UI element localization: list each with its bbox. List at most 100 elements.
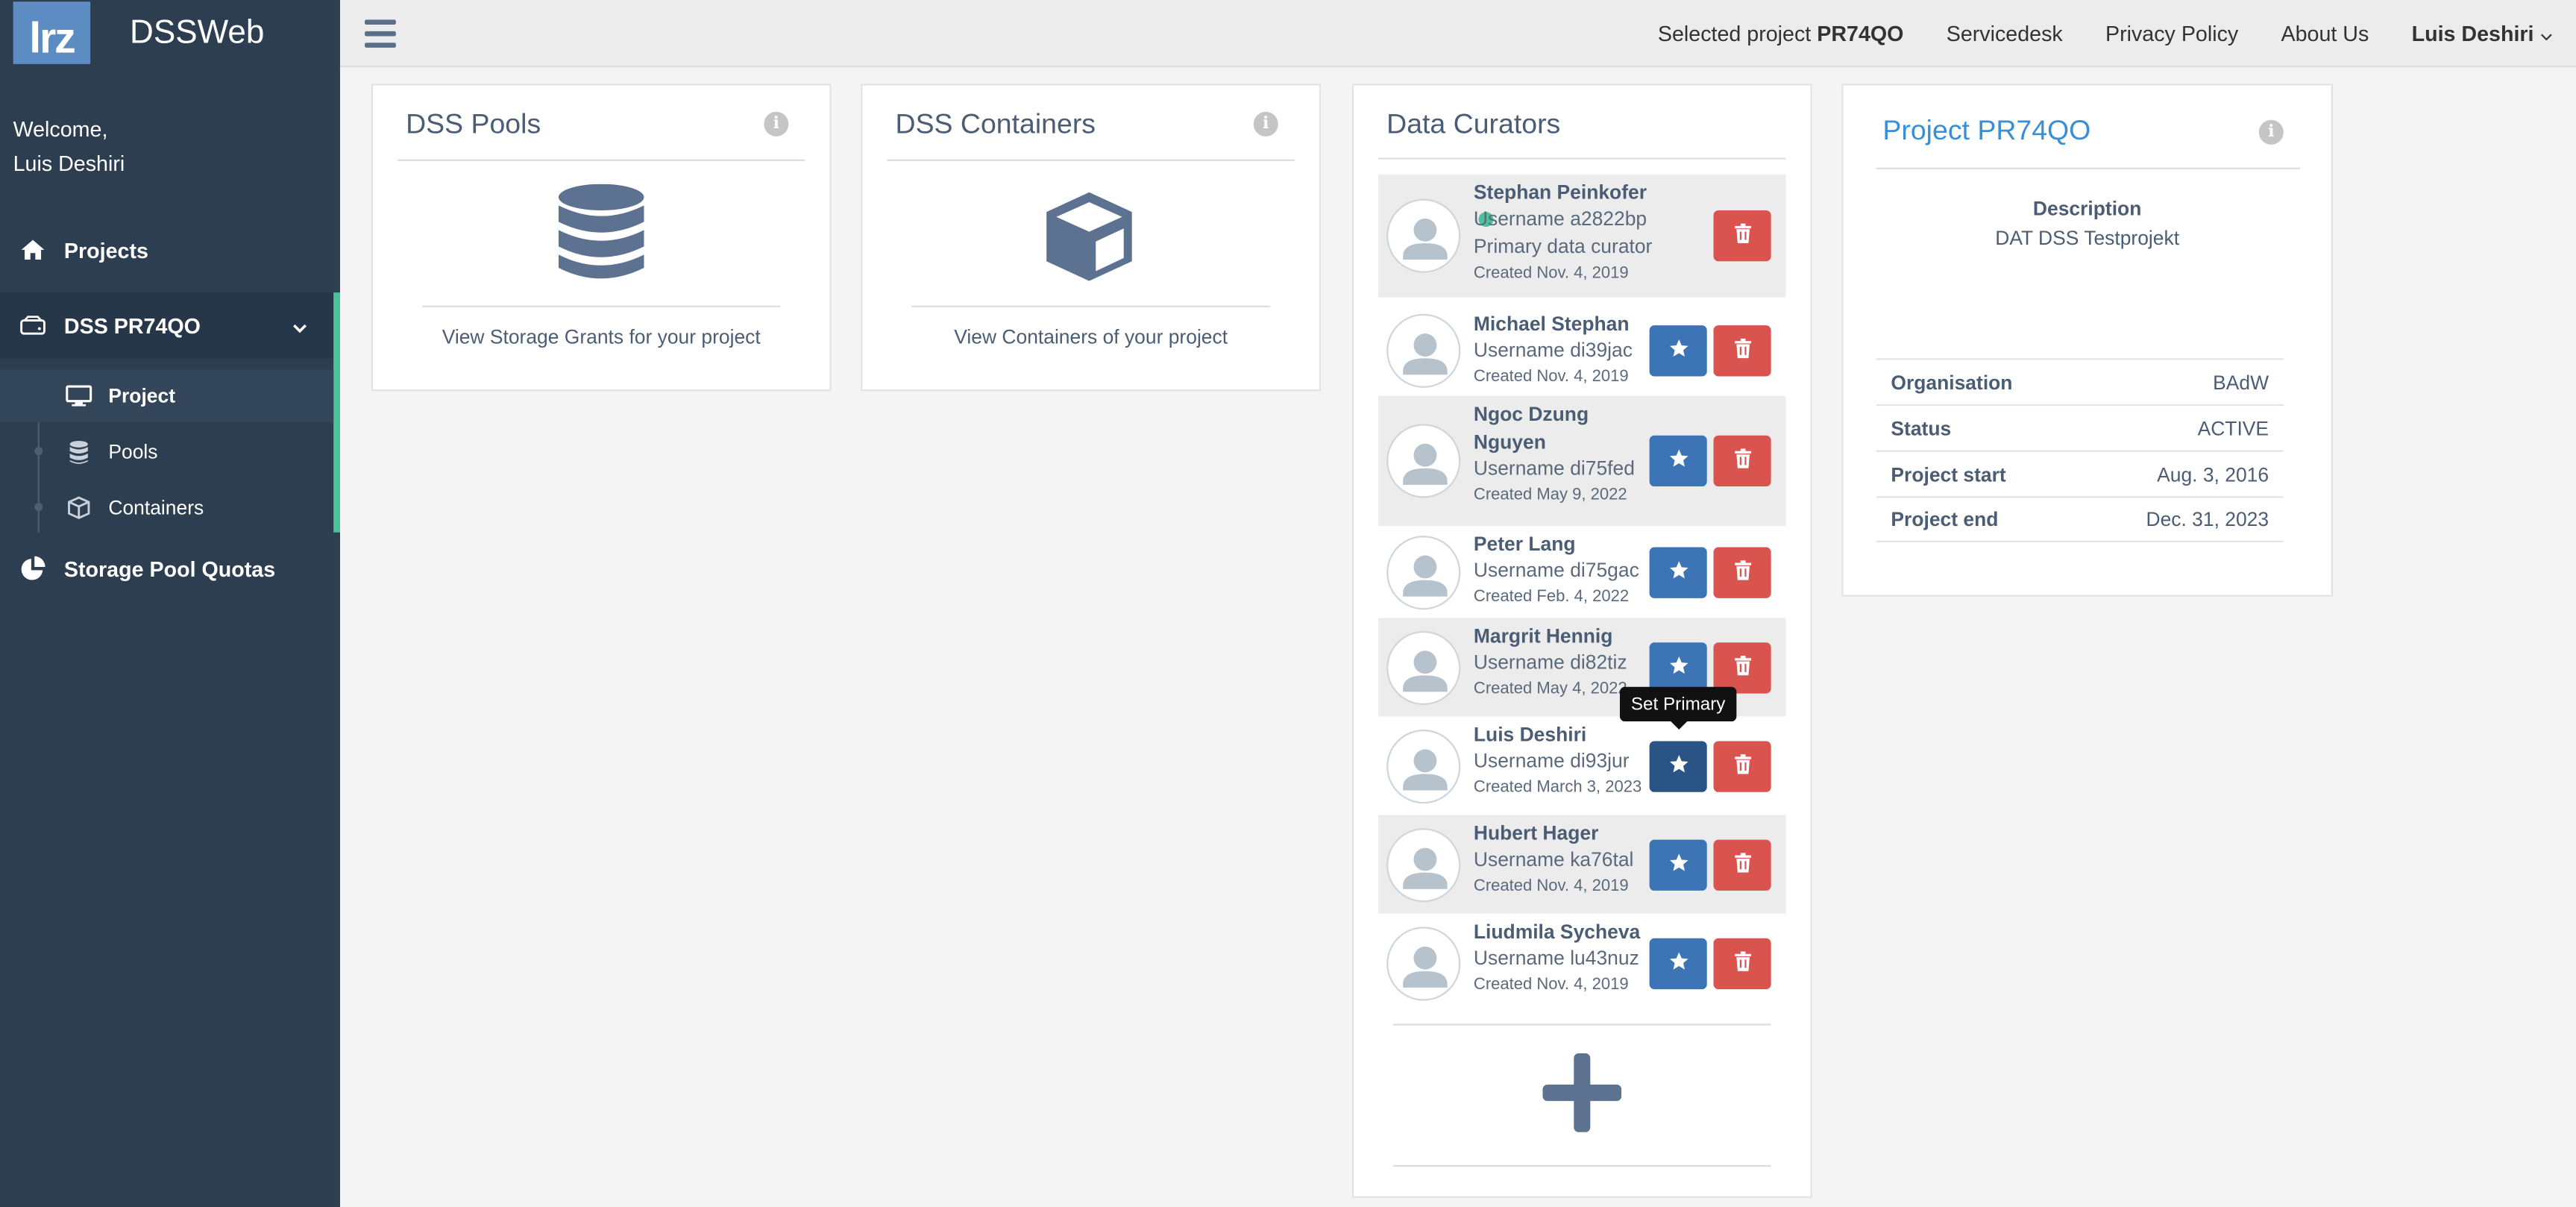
curator-name-text: Hubert Hager bbox=[1473, 821, 1599, 845]
curator-name: Ngoc Dzung Nguyen bbox=[1474, 401, 1654, 457]
sidebar-item-label: Projects bbox=[63, 237, 148, 263]
cube-icon bbox=[66, 496, 92, 519]
set-primary-tooltip: Set Primary bbox=[1619, 686, 1737, 730]
curator-username: Username a2822bp bbox=[1473, 207, 1647, 231]
delete-curator-button[interactable] bbox=[1713, 741, 1771, 792]
info-icon[interactable]: i bbox=[764, 111, 789, 137]
sidebar-item-storage-pool-quotas[interactable]: Storage Pool Quotas bbox=[0, 545, 340, 592]
dss-pools-panel: DSS Pools i View Storage Grants for your… bbox=[371, 84, 832, 392]
trash-icon bbox=[1734, 653, 1751, 683]
cube-icon bbox=[1042, 189, 1137, 292]
user-menu[interactable]: Luis Deshiri bbox=[2390, 21, 2576, 46]
row-key: Organisation bbox=[1891, 370, 2013, 394]
curator-name: Hubert Hager bbox=[1474, 820, 1654, 847]
delete-curator-button[interactable] bbox=[1713, 839, 1771, 891]
info-icon[interactable]: i bbox=[2258, 119, 2284, 145]
curator-username: Username lu43nuz bbox=[1473, 946, 1639, 970]
monitor-icon bbox=[66, 384, 92, 407]
star-icon bbox=[1668, 446, 1688, 476]
avatar bbox=[1386, 198, 1461, 273]
row-key: Project start bbox=[1891, 463, 2006, 486]
sidebar-subitem-pools[interactable]: Pools bbox=[0, 426, 333, 478]
trash-icon bbox=[1734, 221, 1751, 251]
brand[interactable]: lrz DSSWeb bbox=[0, 0, 340, 66]
project-row-status: Status ACTIVE bbox=[1876, 404, 2284, 451]
curator-row: Ngoc Dzung Nguyen Username di75fed Created… bbox=[1378, 395, 1786, 526]
servicedesk-link[interactable]: Servicedesk bbox=[1925, 21, 2084, 46]
divider bbox=[398, 159, 805, 161]
curator-row: Peter Lang Username di75gac Created Feb. 4… bbox=[1378, 526, 1785, 618]
project-title: Project PR74QO bbox=[1882, 115, 2091, 147]
curator-name-text: Liudmila Sycheva bbox=[1473, 920, 1641, 944]
view-containers-link[interactable]: View Containers of your project bbox=[862, 325, 1319, 348]
sidebar-subitem-containers[interactable]: Containers bbox=[0, 481, 333, 533]
curator-username: Username ka76tal bbox=[1473, 847, 1634, 871]
view-storage-grants-link[interactable]: View Storage Grants for your project bbox=[373, 325, 829, 348]
menu-toggle-icon[interactable] bbox=[365, 19, 396, 47]
row-value: BAdW bbox=[2213, 370, 2269, 394]
curator-row: Liudmila Sycheva Username lu43nuz Created … bbox=[1378, 914, 1785, 1012]
sidebar-subitem-label: Pools bbox=[108, 440, 158, 464]
home-icon bbox=[19, 236, 45, 263]
delete-curator-button[interactable] bbox=[1713, 547, 1771, 598]
curator-created-date: Created March 3, 2023 bbox=[1473, 779, 1642, 797]
curator-row: Luis Deshiri Username di93jur Created Marc… bbox=[1378, 716, 1785, 815]
sidebar-item-projects[interactable]: Projects bbox=[0, 227, 340, 273]
dss-containers-panel: DSS Containers i View Containers of your… bbox=[861, 84, 1322, 392]
row-value: Dec. 31, 2023 bbox=[2146, 507, 2269, 531]
set-primary-button[interactable] bbox=[1649, 938, 1707, 990]
info-icon[interactable]: i bbox=[1253, 111, 1278, 137]
lrz-logo: lrz bbox=[13, 1, 91, 64]
welcome-block: Welcome, Luis Deshiri bbox=[0, 66, 340, 181]
welcome-user: Luis Deshiri bbox=[13, 151, 125, 176]
set-primary-button[interactable] bbox=[1649, 547, 1707, 598]
active-section-indicator bbox=[333, 292, 340, 533]
set-primary-button[interactable] bbox=[1649, 642, 1707, 694]
curator-created-date: Created Nov. 4, 2019 bbox=[1473, 368, 1629, 386]
trash-icon bbox=[1734, 336, 1751, 366]
selected-project-link[interactable]: Selected project PR74QO bbox=[1636, 21, 1925, 46]
topbar: Selected project PR74QO Servicedesk Priv… bbox=[339, 0, 2576, 68]
avatar bbox=[1386, 927, 1461, 1001]
avatar bbox=[1386, 424, 1461, 498]
description-value: DAT DSS Testprojekt bbox=[1995, 226, 2180, 250]
add-curator-icon[interactable] bbox=[1542, 1053, 1622, 1132]
set-primary-button[interactable] bbox=[1649, 325, 1707, 377]
set-primary-button[interactable] bbox=[1649, 741, 1707, 792]
pie-chart-icon bbox=[19, 556, 45, 582]
delete-curator-button[interactable] bbox=[1713, 210, 1771, 262]
welcome-text: Welcome, bbox=[13, 116, 108, 142]
sidebar-subitem-project[interactable]: Project bbox=[0, 369, 334, 423]
curator-row: Hubert Hager Username ka76tal Created Nov.… bbox=[1378, 815, 1786, 914]
curator-name-text: Luis Deshiri bbox=[1473, 723, 1587, 747]
chevron-down-icon bbox=[2540, 21, 2554, 46]
avatar bbox=[1386, 313, 1461, 388]
sidebar-item-dss-project[interactable]: DSS PR74QO bbox=[0, 292, 340, 359]
curator-username: Username di93jur bbox=[1473, 749, 1630, 773]
set-primary-button[interactable] bbox=[1649, 435, 1707, 487]
curator-name-text: Michael Stephan bbox=[1473, 312, 1630, 336]
row-value: ACTIVE bbox=[2197, 416, 2269, 440]
set-primary-button[interactable] bbox=[1649, 839, 1707, 891]
divider bbox=[1392, 1164, 1771, 1167]
curator-username: Username di75fed bbox=[1473, 457, 1635, 480]
about-us-link[interactable]: About Us bbox=[2260, 21, 2390, 46]
delete-curator-button[interactable] bbox=[1713, 435, 1771, 487]
curator-name: Peter Lang bbox=[1474, 531, 1654, 559]
data-curators-panel: Data Curators Stephan Peinkofer Username … bbox=[1351, 84, 1812, 1198]
description-label: Description bbox=[2032, 197, 2142, 221]
panel-title: DSS Pools bbox=[406, 108, 541, 140]
divider bbox=[1392, 1023, 1771, 1026]
curator-name-text: Margrit Hennig bbox=[1473, 624, 1613, 648]
curator-name: Michael Stephan bbox=[1474, 310, 1654, 338]
star-icon bbox=[1668, 558, 1688, 588]
row-value: Aug. 3, 2016 bbox=[2157, 463, 2269, 486]
delete-curator-button[interactable] bbox=[1713, 938, 1771, 990]
delete-curator-button[interactable] bbox=[1713, 325, 1771, 377]
curator-created-date: Created Feb. 4, 2022 bbox=[1473, 588, 1630, 606]
sidebar-item-label: DSS PR74QO bbox=[63, 313, 201, 338]
privacy-policy-link[interactable]: Privacy Policy bbox=[2084, 21, 2260, 46]
curator-name-text: Stephan Peinkofer bbox=[1473, 181, 1647, 204]
star-icon bbox=[1668, 336, 1688, 366]
delete-curator-button[interactable] bbox=[1713, 642, 1771, 694]
